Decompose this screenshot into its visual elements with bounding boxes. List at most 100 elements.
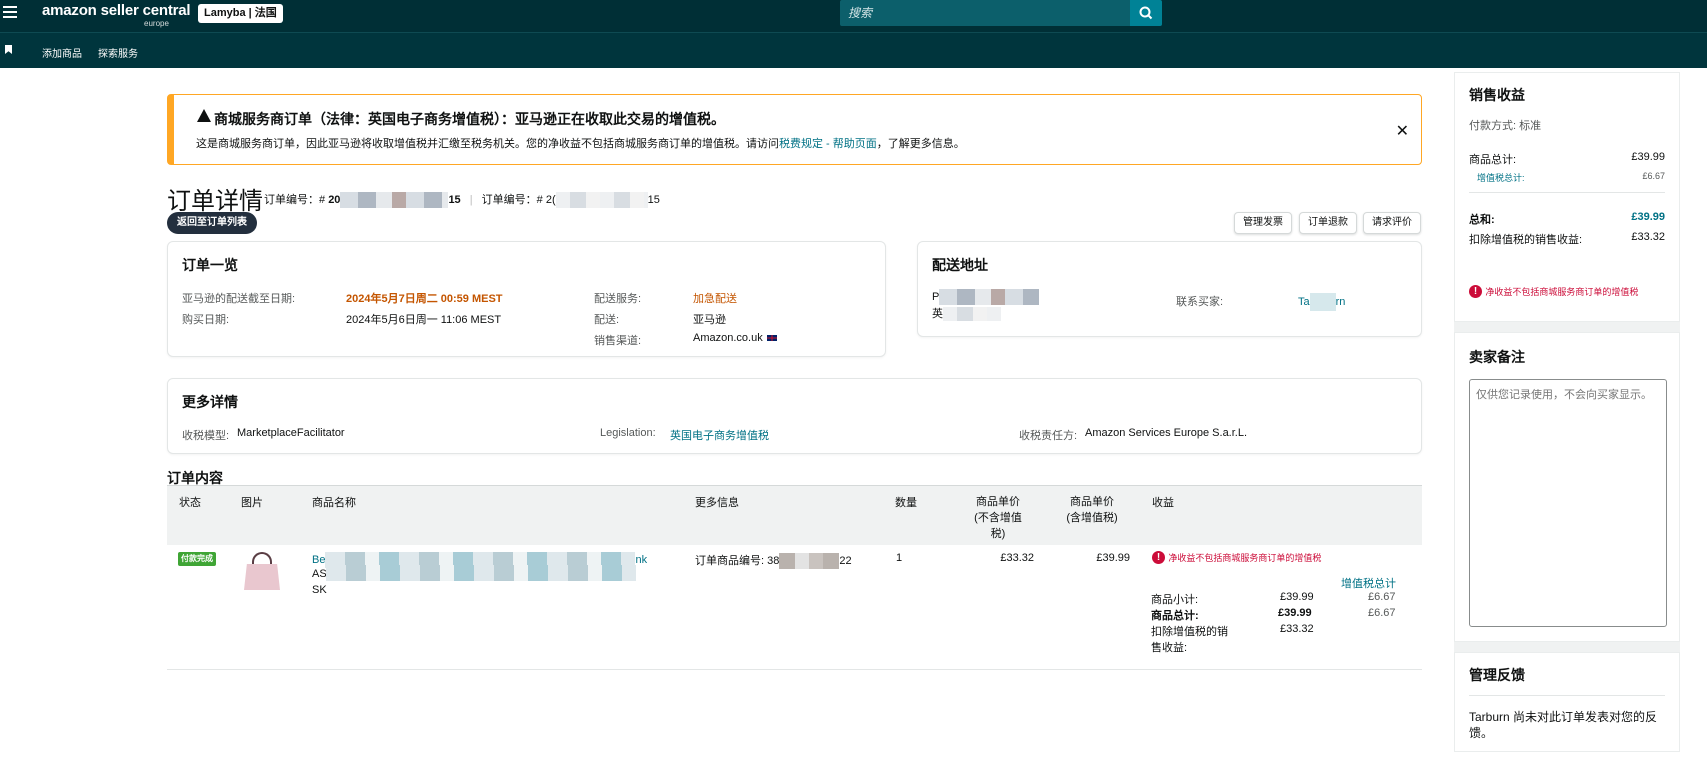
redacted-order-id: [340, 192, 449, 209]
unit-price-ex-vat: £33.32: [1000, 552, 1034, 564]
seller-notes-card: 卖家备注 仅供您记录使用，不会向买家显示。: [1454, 332, 1680, 642]
vat-total-link[interactable]: 增值税总计:: [1477, 171, 1525, 184]
alert-body-text: 这是商城服务商订单，因此亚马逊将收取增值税并汇缴至税务机关。您的净收益不包括商城…: [196, 138, 779, 150]
payment-method-text: 付款方式: 标准: [1469, 120, 1542, 132]
alert-body-suffix: ，了解更多信息。: [876, 138, 965, 150]
search-button[interactable]: [1130, 0, 1162, 26]
net-proceeds-value: £33.32: [1280, 623, 1314, 635]
fulfillment-label: 配送:: [594, 314, 620, 326]
purchase-date-value: 2024年5月6日周一 11:06 MEST: [346, 314, 502, 326]
back-to-orders-button[interactable]: 返回至订单列表: [167, 212, 257, 234]
logo-text: amazon seller central: [42, 2, 191, 19]
legislation-label: Legislation:: [600, 427, 656, 439]
net-proceeds-value: £33.32: [1631, 231, 1665, 243]
search-input[interactable]: 搜索: [840, 0, 1130, 26]
seller-notes-title: 卖家备注: [1469, 349, 1525, 365]
seller-notes-textarea[interactable]: 仅供您记录使用，不会向买家显示。: [1469, 379, 1667, 627]
sales-proceeds-card: 销售收益 付款方式: 标准 商品总计: £39.99 增值税总计: £6.67 总和…: [1454, 72, 1680, 322]
sidebar-warning: ! 净收益不包括商城服务商订单的增值税: [1469, 284, 1639, 299]
item-total-label: 商品总计:: [1151, 610, 1199, 622]
marketplace-facilitator-alert: 商城服务商订单（法律：英国电子商务增值税）：亚马逊正在收取此交易的增值税。 这是…: [167, 94, 1422, 165]
alert-body: 这是商城服务商订单，因此亚马逊将收取增值税并汇缴至税务机关。您的净收益不包括商城…: [196, 135, 965, 151]
error-icon: !: [1152, 551, 1165, 565]
nav-add-products[interactable]: 添加商品: [42, 45, 82, 60]
request-review-button[interactable]: 请求评价: [1363, 212, 1421, 234]
buyer-name-link[interactable]: Ta rn: [1298, 293, 1345, 311]
address-line-1-start: P: [932, 290, 940, 303]
more-details-card: 更多详情 收税模型: MarketplaceFacilitator Legisl…: [167, 378, 1422, 454]
address-line-1: P: [932, 289, 1040, 305]
refund-order-button[interactable]: 订单退款: [1299, 212, 1357, 234]
payment-method: 付款方式: 标准: [1469, 117, 1665, 133]
column-unit-price-inc-vat: 商品单价 (含增值税): [1066, 496, 1118, 524]
error-icon: !: [1469, 285, 1482, 299]
subtotal-label: 商品小计:: [1151, 594, 1199, 606]
product-image[interactable]: [244, 552, 280, 592]
order-item-id-end: 22: [839, 555, 852, 567]
net-proceeds-label: 扣除增值税的销: [1151, 626, 1228, 638]
redacted-address-2: [943, 307, 1001, 322]
order-id-label: 订单编号：#: [264, 194, 326, 206]
sales-channel-value: Amazon.co.uk: [693, 332, 778, 344]
column-unit-price-ex-vat: 商品单价 (不含增值 税): [974, 496, 1022, 540]
items-total-row: 商品总计: £39.99: [1469, 151, 1665, 167]
shipping-service-label: 配送服务:: [594, 293, 642, 305]
search-icon: [1139, 6, 1153, 20]
vat-total-link[interactable]: 增值税总计: [1341, 575, 1396, 591]
tax-help-link[interactable]: 税费规定 - 帮助页面: [779, 138, 877, 150]
legislation-link[interactable]: 英国电子商务增值税: [670, 427, 769, 443]
shipping-service-value: 加急配送: [693, 293, 737, 305]
sku-start: SK: [312, 584, 327, 596]
manage-feedback-card: 管理反馈 Tarburn 尚未对此订单发表对您的反馈。: [1454, 652, 1680, 752]
redacted-address: [939, 289, 1040, 305]
secondary-navigation: [0, 32, 1707, 68]
sidebar-separator: [1454, 322, 1680, 332]
seller-central-logo[interactable]: amazon seller central europe: [42, 2, 191, 28]
item-total-value: £39.99: [1278, 607, 1312, 619]
menu-icon[interactable]: [3, 6, 17, 20]
fulfillment-value: 亚马逊: [693, 314, 726, 326]
address-line-2: 英: [932, 305, 1001, 322]
logo-region: europe: [144, 19, 169, 28]
items-total-value: £39.99: [1631, 151, 1665, 163]
quantity-value: 1: [896, 552, 903, 564]
sidebar-warning-text: 净收益不包括商城服务商订单的增值税: [1485, 287, 1639, 297]
column-more-info: 更多信息: [695, 497, 739, 509]
subtotal-vat: £6.67: [1368, 591, 1396, 603]
alert-title: 商城服务商订单（法律：英国电子商务增值税）：亚马逊正在收取此交易的增值税。: [196, 109, 725, 129]
items-total-label: 商品总计:: [1469, 154, 1517, 166]
product-name-end: nk: [635, 553, 648, 566]
tax-collector-label: 收税责任方:: [1019, 430, 1078, 442]
manage-feedback-title: 管理反馈: [1469, 667, 1525, 683]
order-id-start: 20: [328, 194, 341, 206]
shipping-address-title: 配送地址: [932, 257, 988, 273]
vat-total-value: £6.67: [1642, 171, 1665, 181]
order-id-label-2: 订单编号：#: [481, 194, 543, 206]
nav-explore-services[interactable]: 探索服务: [98, 45, 138, 60]
purchase-date-label: 购买日期:: [182, 314, 230, 326]
tax-collector-value: Amazon Services Europe S.a.r.L.: [1085, 427, 1248, 439]
page-title: 订单详情: [167, 188, 263, 215]
manage-invoice-button[interactable]: 管理发票: [1234, 212, 1292, 234]
alert-title-text: 商城服务商订单（法律：英国电子商务增值税）：亚马逊正在收取此交易的增值税。: [214, 111, 725, 127]
net-proceeds-label-2: 售收益:: [1151, 642, 1188, 654]
grand-total-label: 总和:: [1469, 214, 1495, 226]
redacted-asin-sku: [326, 565, 636, 581]
column-status: 状态: [179, 497, 201, 509]
buyer-name-end: rn: [1335, 295, 1346, 308]
order-summary-title: 订单一览: [182, 257, 238, 273]
sales-channel-label: 销售渠道:: [594, 335, 642, 347]
store-selector[interactable]: Lamyba | 法国: [198, 4, 283, 23]
tax-model-value: MarketplaceFacilitator: [237, 427, 345, 439]
tax-model-label: 收税模型:: [182, 430, 230, 442]
net-proceeds-row: 扣除增值税的销售收益: £33.32: [1469, 231, 1665, 247]
order-summary-card: 订单一览 亚马逊的配送截至日期: 2024年5月7日周二 00:59 MEST …: [167, 241, 886, 357]
close-icon[interactable]: ✕: [1396, 121, 1409, 141]
contact-buyer-label: 联系买家:: [1176, 296, 1224, 308]
proceeds-warning: ! 净收益不包括商城服务商订单的增值税: [1152, 550, 1321, 565]
row-divider: [167, 669, 1422, 670]
order-contents-table-header: 状态 图片 商品名称 更多信息 数量 商品单价 (不含增值 税) 商品单价 (含…: [167, 485, 1422, 545]
feedback-text: Tarburn 尚未对此订单发表对您的反馈。: [1469, 710, 1658, 740]
redacted-item-id: [779, 553, 840, 570]
redacted-buyer-name: [1309, 293, 1336, 311]
